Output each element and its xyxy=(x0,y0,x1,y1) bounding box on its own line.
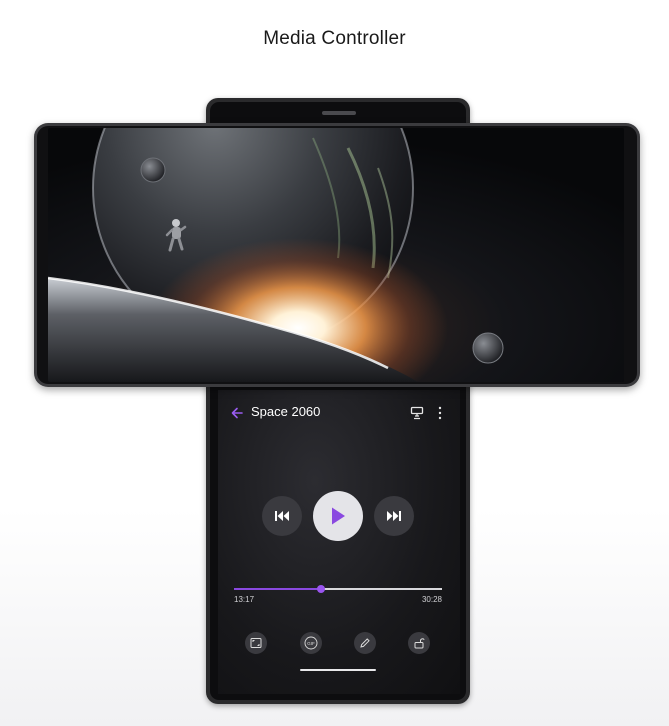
earpiece-speaker xyxy=(322,111,356,115)
skip-next-icon xyxy=(387,511,401,521)
media-title: Space 2060 xyxy=(251,404,321,419)
svg-text:GIF: GIF xyxy=(307,641,315,646)
space-video-frame xyxy=(48,128,624,382)
gif-icon: GIF xyxy=(304,636,318,650)
cast-icon[interactable] xyxy=(410,406,424,420)
seek-bar-thumb[interactable] xyxy=(317,585,326,593)
unlock-icon xyxy=(414,638,425,649)
aspect-ratio-icon xyxy=(250,638,262,648)
gif-button[interactable]: GIF xyxy=(300,632,322,654)
next-button[interactable] xyxy=(374,496,414,536)
play-button[interactable] xyxy=(313,491,363,541)
seek-bar[interactable] xyxy=(234,585,442,593)
lock-button[interactable] xyxy=(408,632,430,654)
more-vertical-icon[interactable] xyxy=(437,405,443,421)
elapsed-time: 13:17 xyxy=(234,595,255,604)
edit-button[interactable] xyxy=(354,632,376,654)
skip-previous-icon xyxy=(275,511,289,521)
pencil-icon xyxy=(360,638,370,648)
seek-bar-progress xyxy=(234,588,322,590)
page-title: Media Controller xyxy=(263,28,406,49)
previous-button[interactable] xyxy=(262,496,302,536)
total-time: 30:28 xyxy=(421,595,442,604)
play-icon xyxy=(332,507,345,525)
home-indicator[interactable] xyxy=(300,669,376,671)
aspect-ratio-button[interactable] xyxy=(245,632,267,654)
media-controller-screen: Space 2060 13:17 30:28 GIF xyxy=(218,390,460,694)
arrow-left-icon[interactable] xyxy=(230,406,244,420)
video-player-screen[interactable] xyxy=(48,128,624,382)
